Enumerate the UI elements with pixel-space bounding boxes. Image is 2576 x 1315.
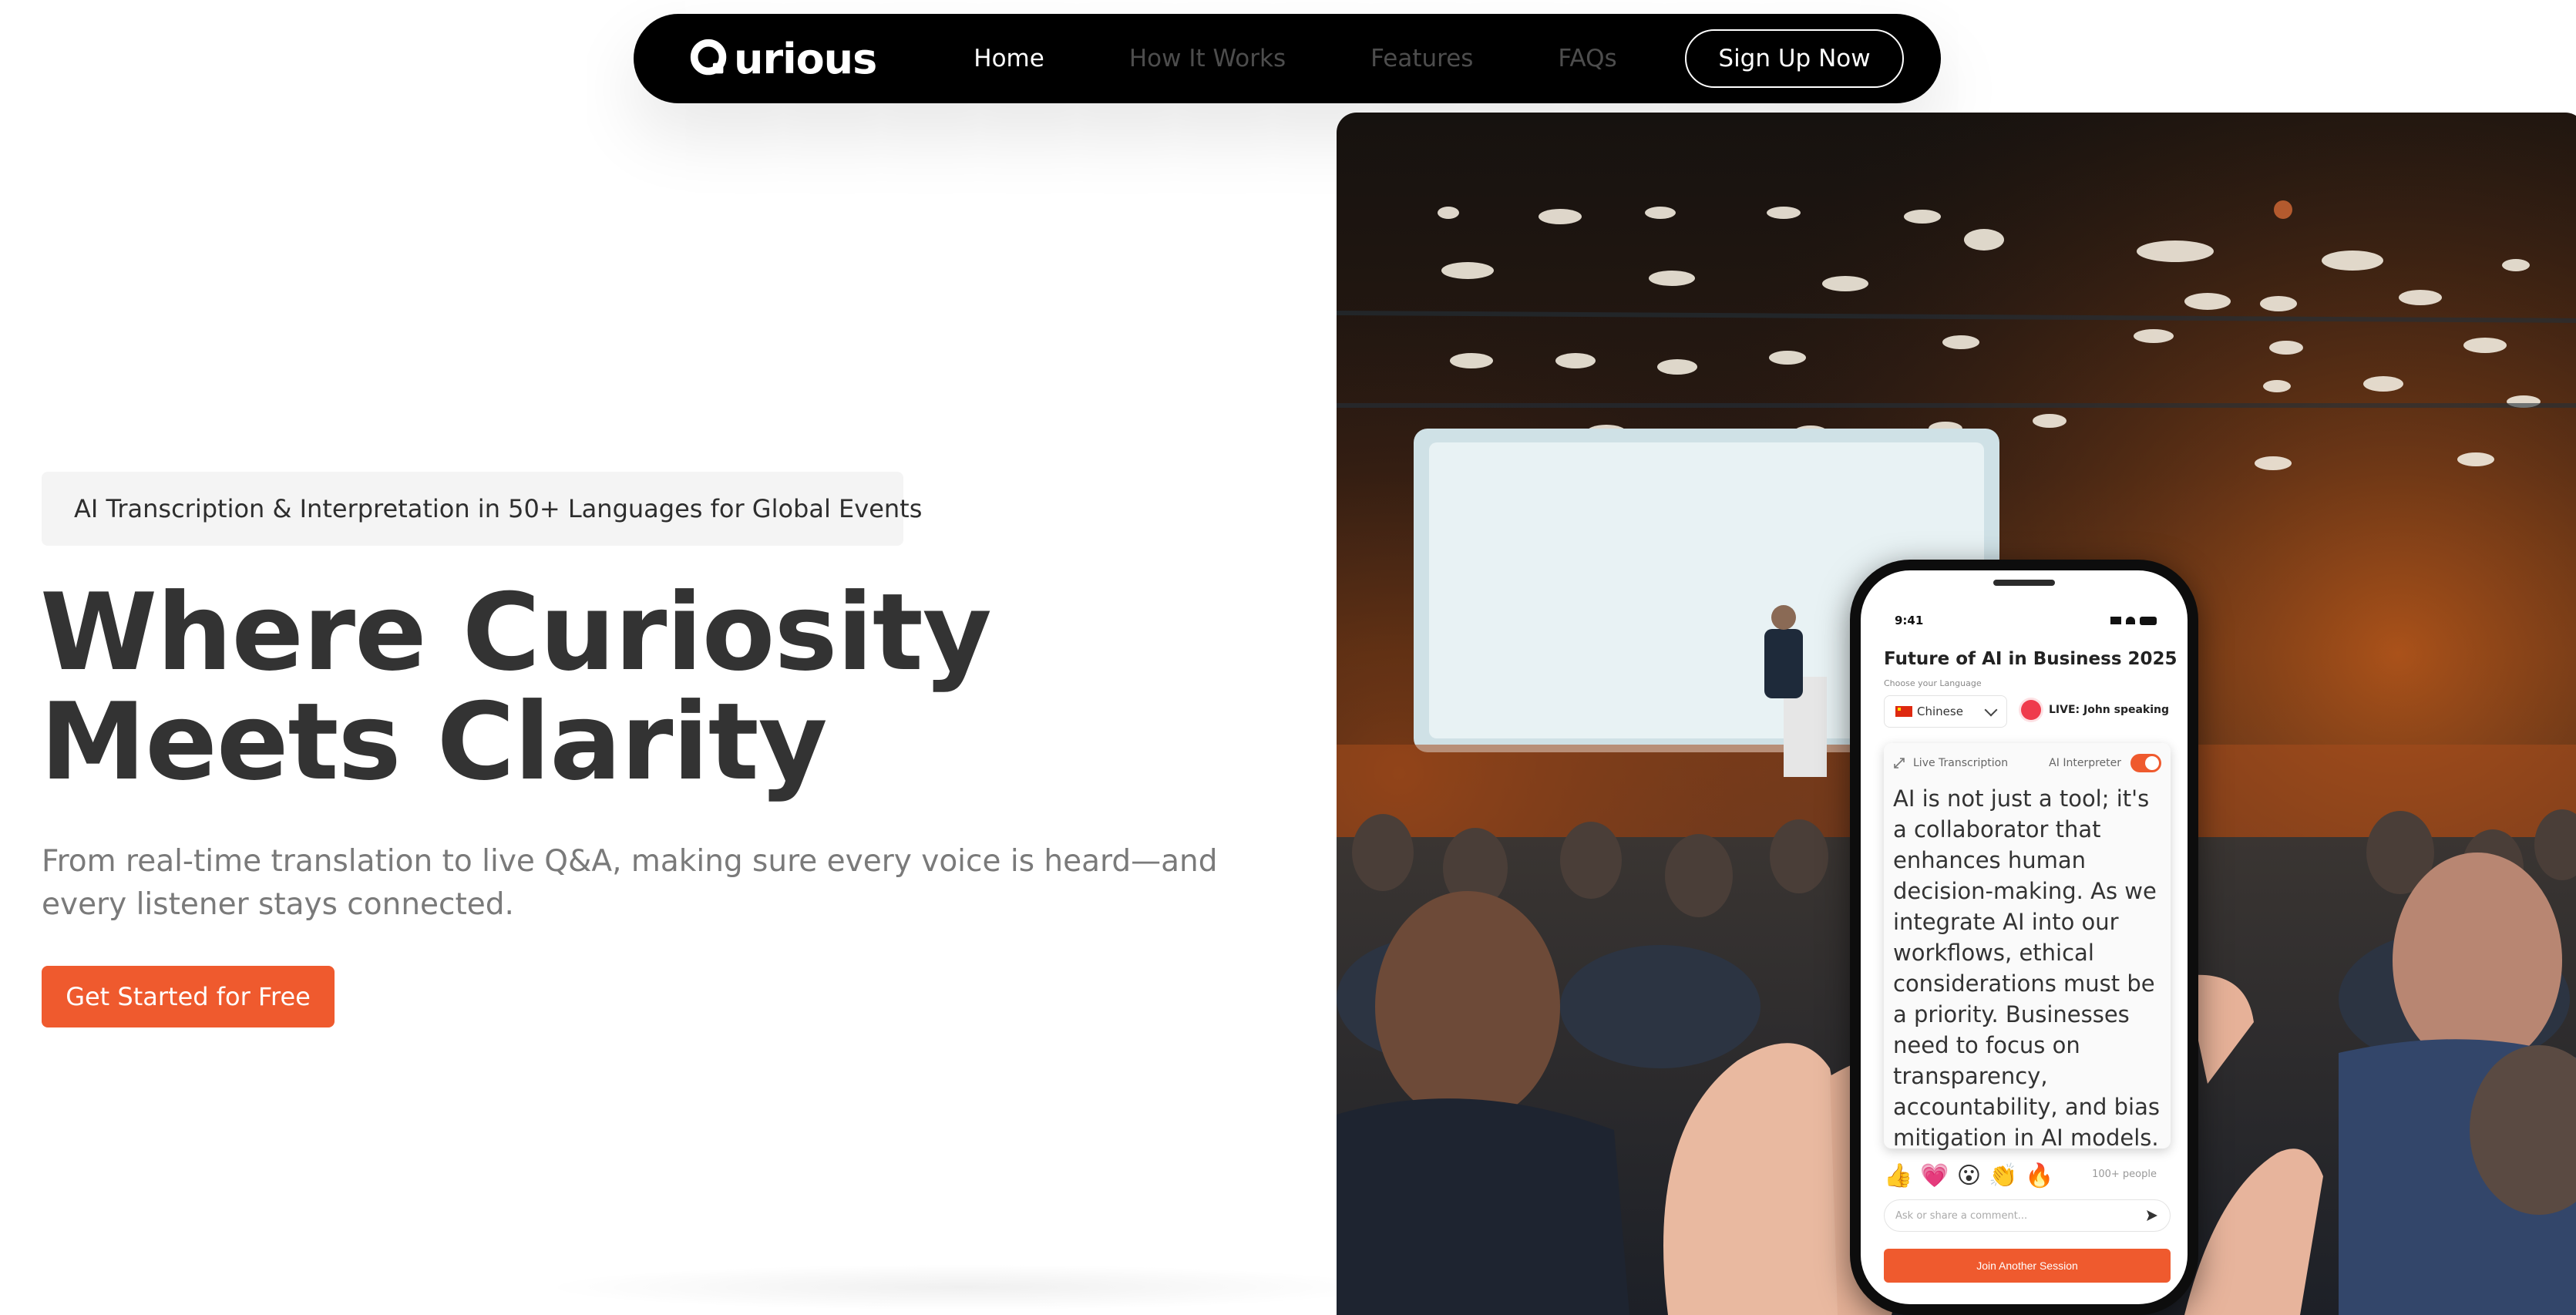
top-navbar: urious Home How It Works Features FAQs S…	[634, 14, 1941, 103]
language-select[interactable]: Chinese	[1884, 695, 2007, 728]
phone-screen: 9:41 Future of AI in Business 2025 Choos…	[1861, 570, 2188, 1304]
transcript-card: Live Transcription AI Interpreter AI is …	[1884, 743, 2171, 1151]
nav-links: Home How It Works Features FAQs	[974, 14, 1701, 103]
transcription-toggle-label: Live Transcription	[1893, 757, 2008, 769]
chevron-down-icon	[1984, 703, 1998, 717]
status-bar: 9:41	[1895, 614, 2157, 627]
event-title: Future of AI in Business 2025	[1884, 649, 2177, 669]
wifi-icon	[2126, 617, 2135, 624]
china-flag-icon	[1895, 706, 1912, 717]
nav-link-how-it-works[interactable]: How It Works	[1129, 45, 1286, 72]
live-status: LIVE: John speaking	[2021, 700, 2169, 720]
nav-link-home[interactable]: Home	[974, 45, 1044, 72]
live-transcription-label: Live Transcription	[1913, 757, 2009, 769]
nav-link-faqs[interactable]: FAQs	[1558, 45, 1616, 72]
logo[interactable]: urious	[688, 14, 877, 103]
thumbs-up-reaction[interactable]: 👍	[1884, 1162, 1912, 1189]
surprised-reaction[interactable]: 😮	[1957, 1162, 1981, 1189]
people-count: 100+ people	[2092, 1169, 2157, 1180]
status-icons	[2110, 616, 2157, 625]
join-session-button[interactable]: Join Another Session	[1884, 1249, 2171, 1283]
ai-interpreter-toggle[interactable]	[2130, 754, 2161, 772]
fire-reaction[interactable]: 🔥	[2025, 1162, 2053, 1189]
live-status-text: LIVE: John speaking	[2049, 704, 2170, 716]
get-started-button[interactable]: Get Started for Free	[42, 966, 335, 1027]
feature-badge: AI Transcription & Interpretation in 50+…	[42, 472, 922, 546]
reaction-bar: 👍 💗 😮 👏 🔥	[1884, 1162, 2054, 1189]
logo-text: urious	[734, 34, 877, 83]
expand-icon[interactable]	[1893, 757, 1905, 769]
nav-link-features[interactable]: Features	[1370, 45, 1473, 72]
decorative-glow	[540, 1264, 1387, 1310]
sign-up-button[interactable]: Sign Up Now	[1685, 29, 1904, 88]
hero-subtitle: From real-time translation to live Q&A, …	[42, 844, 1218, 922]
language-label: Choose your Language	[1884, 678, 1982, 688]
q-logo-icon	[690, 39, 727, 76]
hero-title: Where Curiosity Meets Clarity	[40, 570, 992, 804]
language-value: Chinese	[1917, 705, 1963, 718]
comment-placeholder: Ask or share a comment...	[1895, 1209, 2028, 1222]
ai-interpreter-label: AI Interpreter	[2049, 757, 2121, 769]
hero-title-line-1: Where Curiosity	[40, 570, 992, 694]
phone-mockup: 9:41 Future of AI in Business 2025 Choos…	[1850, 560, 2198, 1315]
heart-reaction[interactable]: 💗	[1920, 1162, 1949, 1189]
transcript-text: AI is not just a tool; it's a collaborat…	[1893, 785, 2160, 1151]
badge-text: AI Transcription & Interpretation in 50+…	[74, 494, 923, 523]
status-time: 9:41	[1895, 614, 1924, 627]
clap-reaction[interactable]: 👏	[1989, 1162, 2017, 1189]
interpreter-control: AI Interpreter	[2049, 754, 2161, 772]
battery-icon	[2140, 616, 2157, 625]
phone-notch	[1993, 580, 2055, 586]
hero-title-line-2: Meets Clarity	[40, 680, 828, 804]
signal-icon	[2110, 617, 2121, 624]
transcript-header: Live Transcription AI Interpreter	[1893, 754, 2161, 772]
live-dot-icon	[2021, 700, 2041, 720]
comment-input[interactable]: Ask or share a comment...	[1884, 1199, 2171, 1232]
send-icon[interactable]	[2145, 1209, 2159, 1223]
